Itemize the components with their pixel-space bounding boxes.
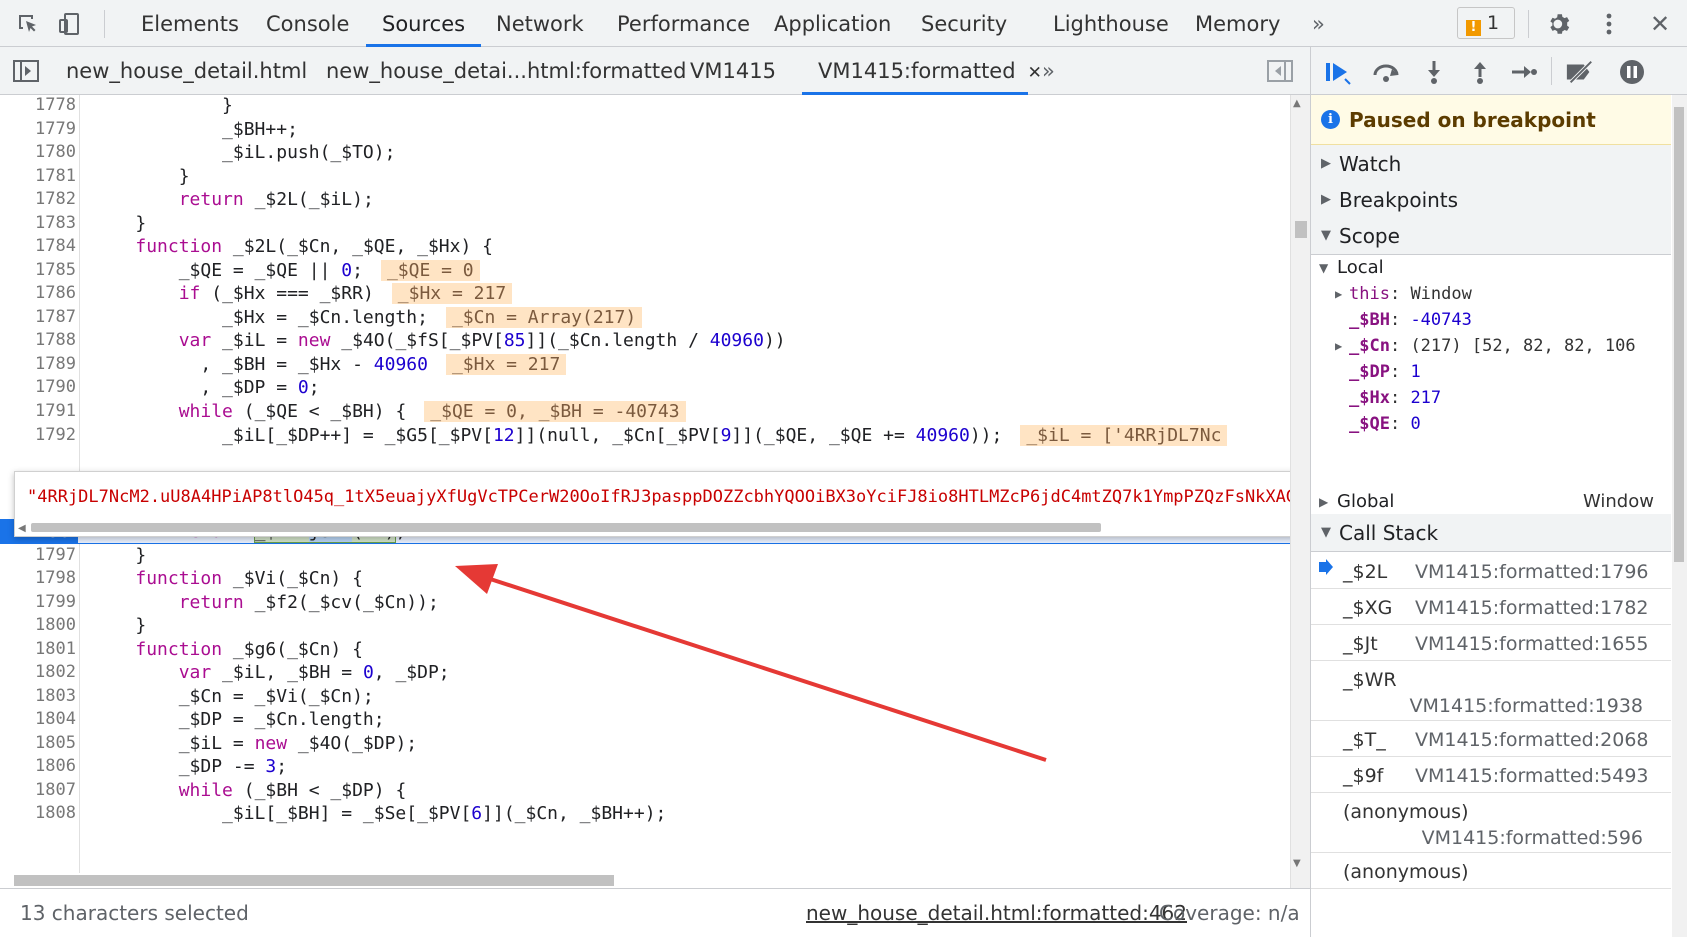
scroll-thumb[interactable] xyxy=(1674,107,1684,562)
separator: : xyxy=(1389,284,1411,304)
frame-function: _$2L xyxy=(1343,561,1388,583)
expand-triangle-icon: ▶ xyxy=(1321,192,1331,207)
sidebar-vertical-scrollbar[interactable] xyxy=(1672,95,1687,937)
collapse-triangle-icon: ▼ xyxy=(1319,261,1329,275)
variable-value: -40743 xyxy=(1410,310,1472,330)
variable-name: _$QE xyxy=(1349,414,1390,434)
collapse-triangle-icon: ▼ xyxy=(1321,525,1331,540)
info-icon: i xyxy=(1321,110,1340,129)
step-into-icon[interactable] xyxy=(1419,57,1449,87)
frame-function: _$9f xyxy=(1343,765,1384,787)
call-frame[interactable]: _$2L VM1415:formatted:1796 xyxy=(1311,553,1671,589)
call-stack-label: Call Stack xyxy=(1339,521,1439,545)
frame-function: _$XG xyxy=(1343,597,1393,619)
call-frame[interactable]: (anonymous) xyxy=(1311,853,1671,889)
frame-location[interactable]: VM1415:formatted:5493 xyxy=(1415,765,1649,787)
debugger-sidebar: i Paused on breakpoint ▶ Watch ▶ Breakpoin… xyxy=(1310,47,1687,937)
expand-triangle-icon: ▶ xyxy=(1321,156,1331,171)
deactivate-breakpoints-icon[interactable] xyxy=(1565,57,1595,87)
frame-function: _$T_ xyxy=(1343,729,1386,751)
variable-name: _$Hx xyxy=(1349,388,1390,408)
frame-function: (anonymous) xyxy=(1343,861,1469,883)
call-frame[interactable]: _$Jt VM1415:formatted:1655 xyxy=(1311,625,1671,661)
current-frame-arrow-icon xyxy=(1319,559,1333,575)
resume-icon[interactable] xyxy=(1323,57,1353,87)
global-label: Global xyxy=(1337,491,1395,512)
variable-value: (217) [52, 82, 82, 106 xyxy=(1410,336,1636,356)
collapse-triangle-icon: ▼ xyxy=(1321,228,1331,243)
debugger-toolbar xyxy=(1311,47,1687,95)
frame-function: (anonymous) xyxy=(1343,801,1469,823)
global-scope[interactable]: ▶ Global Window xyxy=(1311,489,1671,515)
local-scope[interactable]: ▼ Local xyxy=(1311,255,1671,281)
watch-section[interactable]: ▶ Watch xyxy=(1311,145,1671,183)
step-over-icon[interactable] xyxy=(1371,57,1401,87)
coverage-status: Coverage: n/a xyxy=(1159,901,1300,925)
call-frame[interactable]: _$9f VM1415:formatted:5493 xyxy=(1311,757,1671,793)
call-frame[interactable]: (anonymous) VM1415:formatted:596 xyxy=(1311,793,1671,853)
selection-status: 13 characters selected xyxy=(20,901,249,925)
variable-value: 217 xyxy=(1410,388,1442,408)
paused-banner: i Paused on breakpoint xyxy=(1311,95,1671,145)
frame-function: _$Jt xyxy=(1343,633,1378,655)
separator: : xyxy=(1389,362,1411,382)
expand-triangle-icon[interactable]: ▶ xyxy=(1335,281,1342,307)
step-icon[interactable] xyxy=(1509,57,1539,87)
variable-value: Window xyxy=(1410,284,1472,304)
editor-horizontal-scrollbar[interactable] xyxy=(14,875,614,886)
breakpoints-label: Breakpoints xyxy=(1339,188,1459,212)
paused-text: Paused on breakpoint xyxy=(1349,108,1596,132)
frame-location[interactable]: VM1415:formatted:1938 xyxy=(1410,695,1644,717)
global-value: Window xyxy=(1583,491,1654,512)
variable-value: 0 xyxy=(1410,414,1421,434)
scope-variable[interactable]: ▶ _$Cn: (217) [52, 82, 82, 106 xyxy=(1311,333,1671,359)
frame-location[interactable]: VM1415:formatted:1655 xyxy=(1415,633,1649,655)
scroll-down-icon[interactable]: ▼ xyxy=(1293,858,1301,869)
separator: : xyxy=(1389,310,1411,330)
editor-vertical-scrollbar[interactable]: ▲ ▼ xyxy=(1290,95,1310,888)
scope-variable[interactable]: _$DP: 1 xyxy=(1311,359,1671,385)
variable-name: _$BH xyxy=(1349,310,1390,330)
frame-function: _$WR xyxy=(1343,669,1397,691)
variable-name: this xyxy=(1349,284,1390,304)
watch-label: Watch xyxy=(1339,152,1402,176)
expand-triangle-icon: ▶ xyxy=(1319,495,1329,509)
scope-variable[interactable]: ▶ this: Window xyxy=(1311,281,1671,307)
step-out-icon[interactable] xyxy=(1465,57,1495,87)
expand-triangle-icon[interactable]: ▶ xyxy=(1335,333,1342,359)
breakpoints-section[interactable]: ▶ Breakpoints xyxy=(1311,181,1671,219)
scroll-up-icon[interactable]: ▲ xyxy=(1293,98,1301,109)
variable-name: _$DP xyxy=(1349,362,1390,382)
local-label: Local xyxy=(1337,257,1384,278)
scroll-thumb[interactable] xyxy=(1295,221,1307,238)
source-link[interactable]: new_house_detail.html:formatted:462 xyxy=(806,901,1187,925)
pause-on-exceptions-icon[interactable] xyxy=(1617,57,1647,87)
scope-label: Scope xyxy=(1339,224,1400,248)
frame-location[interactable]: VM1415:formatted:1782 xyxy=(1415,597,1649,619)
separator: : xyxy=(1389,414,1411,434)
scope-variable[interactable]: _$BH: -40743 xyxy=(1311,307,1671,333)
separator: : xyxy=(1389,388,1411,408)
call-frame[interactable]: _$XG VM1415:formatted:1782 xyxy=(1311,589,1671,625)
variable-value: 1 xyxy=(1410,362,1421,382)
variable-name: _$Cn xyxy=(1349,336,1390,356)
scope-variable[interactable]: _$QE: 0 xyxy=(1311,411,1671,437)
toolbar-divider xyxy=(1551,57,1552,85)
separator: : xyxy=(1389,336,1411,356)
scope-section[interactable]: ▼ Scope xyxy=(1311,217,1671,255)
status-bar: 13 characters selected new_house_detail.… xyxy=(0,888,1310,937)
frame-location[interactable]: VM1415:formatted:1796 xyxy=(1415,561,1649,583)
frame-location[interactable]: VM1415:formatted:2068 xyxy=(1415,729,1649,751)
scope-variable[interactable]: _$Hx: 217 xyxy=(1311,385,1671,411)
call-frame[interactable]: _$T_ VM1415:formatted:2068 xyxy=(1311,721,1671,757)
frame-location[interactable]: VM1415:formatted:596 xyxy=(1422,827,1643,849)
call-stack-section[interactable]: ▼ Call Stack xyxy=(1311,514,1671,552)
call-frame[interactable]: _$WR VM1415:formatted:1938 xyxy=(1311,661,1671,721)
